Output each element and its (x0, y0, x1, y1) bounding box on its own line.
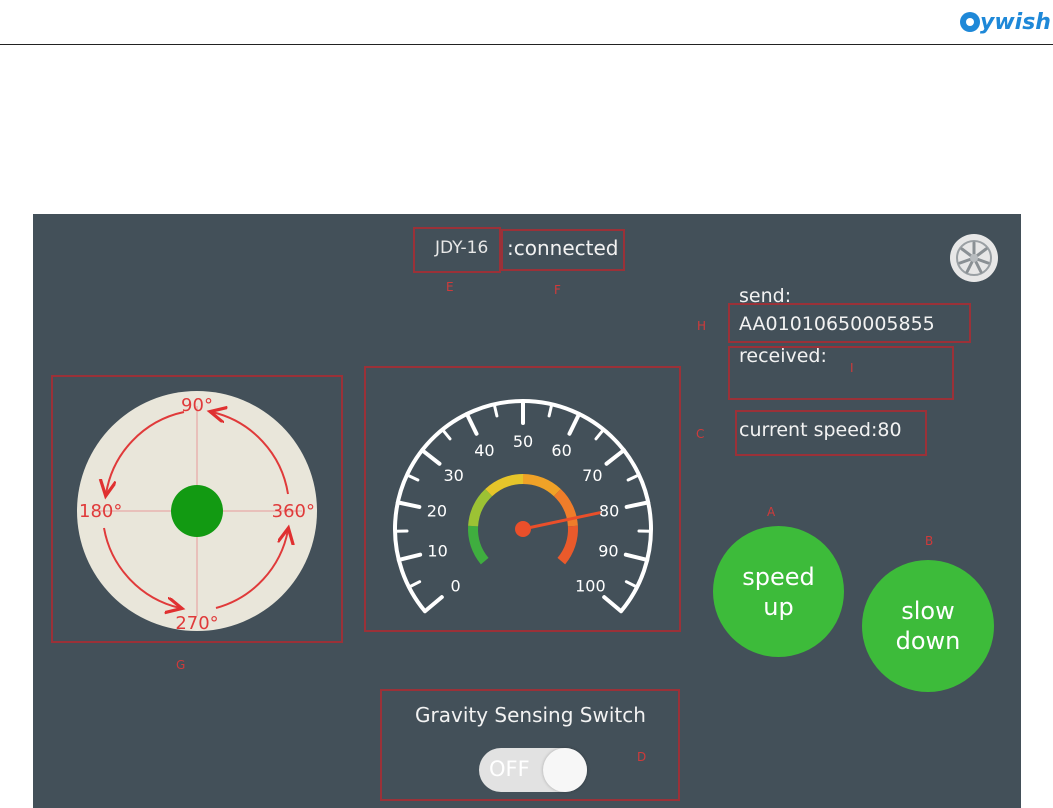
speed-up-label-line2: up (763, 592, 794, 621)
gauge-major-tick (420, 448, 442, 466)
gauge-minor-tick (440, 428, 452, 441)
gauge-minor-tick (492, 402, 499, 418)
gauge-color-band (468, 525, 489, 565)
send-value: AA01010650005855 (739, 313, 935, 335)
gravity-toggle[interactable]: OFF (479, 748, 587, 792)
slow-down-label-line1: slow (901, 597, 955, 625)
gauge-minor-tick (407, 580, 422, 589)
brand-text: ywish (980, 9, 1051, 35)
gauge-tick-label: 30 (443, 466, 463, 485)
annotation-label-f: F (554, 283, 561, 297)
gauge-minor-tick (626, 473, 641, 482)
gear-logo-icon (960, 12, 980, 32)
gauge-minor-tick (594, 428, 606, 441)
gauge-major-tick (624, 500, 651, 509)
slow-down-label-line2: down (895, 627, 961, 655)
gauge-color-band (485, 474, 524, 497)
direction-label-left: 180° (79, 501, 122, 522)
received-label: received: (739, 345, 827, 367)
direction-label-top: 90° (181, 395, 213, 416)
gauge-major-tick (464, 411, 479, 436)
gauge-major-tick (567, 411, 582, 436)
gauge-tick-label: 80 (599, 502, 619, 521)
gauge-tick-label: 0 (450, 577, 460, 596)
gauge-tick-label: 10 (427, 541, 447, 560)
settings-wheel-icon (956, 240, 992, 276)
current-speed-label: current speed:80 (739, 419, 902, 441)
annotation-label-h: H (697, 319, 707, 333)
gauge-minor-tick (547, 402, 554, 418)
speed-up-button[interactable]: speed up (713, 526, 844, 657)
direction-label-bottom: 270° (175, 613, 218, 632)
annotation-label-b: B (925, 534, 934, 548)
gravity-switch-title: Gravity Sensing Switch (415, 703, 646, 727)
gauge-tick-label: 20 (427, 502, 447, 521)
gauge-major-tick (395, 500, 422, 509)
annotation-label-c: C (696, 427, 705, 441)
toggle-knob[interactable] (543, 748, 587, 792)
gauge-tick-label: 60 (551, 441, 571, 460)
gauge-major-tick (602, 595, 624, 614)
speed-up-label-line1: speed (742, 562, 815, 591)
annotation-label-a: A (767, 505, 776, 519)
gauge-color-band (468, 488, 493, 527)
gauge-major-tick (604, 448, 626, 466)
app-screen: JDY-16 :connected E F send: AA0101065000… (33, 214, 1021, 808)
gauge-tick-label: 90 (598, 541, 618, 560)
slow-down-button[interactable]: slow down (862, 560, 994, 692)
connection-status: :connected (507, 236, 619, 260)
gauge-major-tick (623, 552, 650, 562)
gauge-tick-label: 40 (474, 441, 494, 460)
gauge-tick-label: 70 (582, 466, 602, 485)
annotation-label-g: G (176, 658, 186, 672)
direction-pad[interactable]: 90° 180° 360° 270° (76, 390, 318, 632)
gauge-minor-tick (624, 580, 639, 589)
settings-button[interactable] (950, 234, 998, 282)
annotation-label-d: D (637, 750, 647, 764)
speedometer-gauge: 010 20 30 40 50 60 70 80 90 100 (393, 399, 653, 614)
gauge-needle (521, 511, 601, 531)
gauge-major-tick (396, 552, 423, 562)
direction-joystick-knob (171, 485, 223, 537)
annotation-label-e: E (446, 280, 454, 294)
direction-label-right: 360° (272, 501, 315, 522)
header-divider (0, 44, 1053, 45)
gauge-minor-tick (405, 473, 420, 482)
gauge-color-band (522, 474, 561, 497)
gauge-color-band (557, 525, 578, 565)
device-name: JDY-16 (435, 238, 489, 258)
gauge-tick-label: 50 (513, 432, 533, 451)
toggle-state-label: OFF (489, 757, 530, 781)
gauge-needle-hub (515, 521, 531, 537)
annotation-label-i: I (850, 361, 854, 375)
gauge-major-tick (422, 595, 444, 614)
brand-logo: ywish (960, 4, 1051, 40)
gauge-tick-label: 100 (575, 577, 606, 596)
